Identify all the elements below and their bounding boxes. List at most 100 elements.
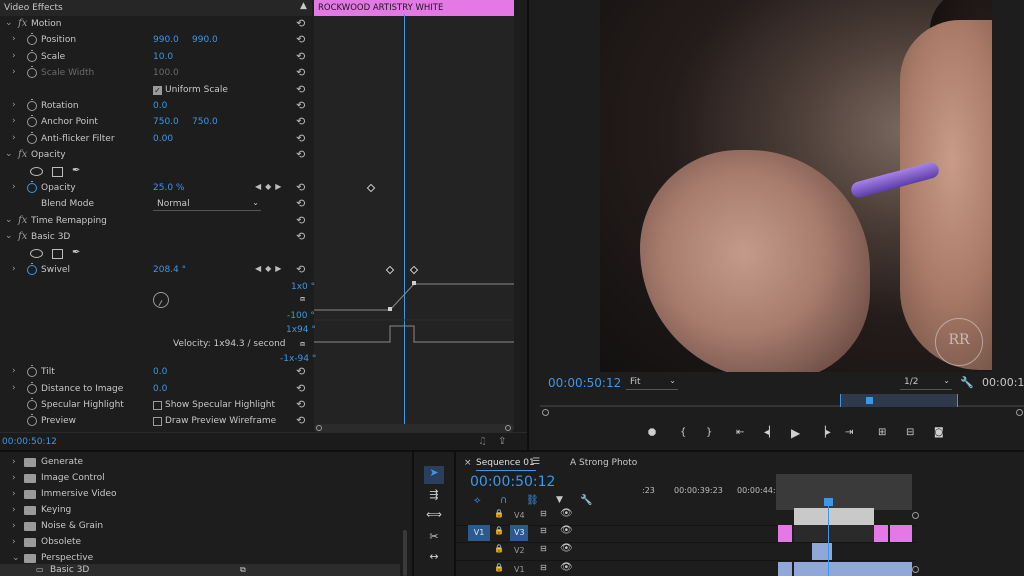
in-out-range[interactable] <box>840 394 958 407</box>
twirl-icon[interactable]: ⌄ <box>5 18 13 28</box>
scroll-handle-right[interactable] <box>505 425 511 431</box>
lock-icon[interactable]: 🔒 <box>494 509 504 518</box>
property-value[interactable]: 990.0 <box>153 35 179 45</box>
slip-tool-icon[interactable]: ↔ <box>424 550 444 568</box>
chevron-right-icon[interactable]: › <box>12 473 16 483</box>
add-marker-icon[interactable]: ▼ <box>556 495 563 505</box>
camera-icon[interactable]: ◙ <box>934 427 944 438</box>
reset-icon[interactable]: ⟲ <box>296 181 305 194</box>
twirl-icon[interactable]: ⌄ <box>5 215 13 225</box>
property-value[interactable]: 25.0 % <box>153 183 184 193</box>
checkbox[interactable] <box>153 401 162 410</box>
fx-icon[interactable]: fx <box>18 231 27 242</box>
razor-tool-icon[interactable]: ✂ <box>424 530 444 548</box>
export-icon[interactable]: ⇪ <box>498 436 506 447</box>
effect-folder[interactable]: › Noise & Grain <box>0 519 400 535</box>
snap-icon[interactable]: ∩ <box>500 495 507 506</box>
reset-icon[interactable]: ⟲ <box>296 365 305 378</box>
track-row[interactable]: 🔒 V1 ⊟ 👁 <box>456 561 916 576</box>
tab-sequence[interactable]: Sequence 01 <box>476 458 535 468</box>
stopwatch-icon[interactable] <box>27 50 37 62</box>
lock-icon[interactable]: 🔒 <box>494 526 504 535</box>
graph-fit-icon[interactable]: ⧈ <box>300 294 305 304</box>
property-value[interactable]: 0.0 <box>153 101 167 111</box>
reset-icon[interactable]: ⟲ <box>296 414 305 427</box>
settings-wrench-icon[interactable]: 🔧 <box>580 495 592 506</box>
keyframe-navigator[interactable]: ◀◆▶ <box>255 264 285 273</box>
twirl-icon[interactable]: ⌄ <box>5 231 13 241</box>
twirl-icon[interactable]: › <box>12 264 16 274</box>
twirl-icon[interactable]: ⌄ <box>5 149 13 159</box>
reset-icon[interactable]: ⟲ <box>296 148 305 161</box>
stopwatch-icon[interactable] <box>27 181 37 193</box>
timeline-clip[interactable] <box>898 562 912 576</box>
program-timecode[interactable]: 00:00:50:12 <box>548 376 621 390</box>
selection-tool-icon[interactable]: ➤ <box>424 466 444 484</box>
reset-icon[interactable]: ⟲ <box>296 83 305 96</box>
timeline-clip[interactable] <box>874 525 888 542</box>
timeline-clip[interactable] <box>794 525 874 542</box>
effect-folder[interactable]: › Generate <box>0 455 400 471</box>
timeline-clip[interactable] <box>794 508 874 525</box>
zoom-handle-right[interactable] <box>1016 409 1023 416</box>
stopwatch-icon[interactable] <box>27 132 37 144</box>
eye-icon[interactable]: 👁 <box>560 543 573 554</box>
scroll-handle-left[interactable] <box>316 425 322 431</box>
timeline-clip[interactable] <box>778 562 792 576</box>
timeline-zoom-handle[interactable] <box>912 512 919 519</box>
stopwatch-icon[interactable] <box>27 115 37 127</box>
lock-icon[interactable]: 🔒 <box>494 563 504 572</box>
reset-icon[interactable]: ⟲ <box>296 263 305 276</box>
twirl-icon[interactable]: › <box>12 182 16 192</box>
ellipse-mask-icon[interactable] <box>30 249 43 258</box>
reset-icon[interactable]: ⟲ <box>296 230 305 243</box>
step-forward-icon[interactable]: ▕▸ <box>818 427 831 438</box>
timeline-clip[interactable] <box>846 562 872 576</box>
chevron-right-icon[interactable]: › <box>12 505 16 515</box>
reset-icon[interactable]: ⟲ <box>296 99 305 112</box>
property-value[interactable]: 208.4 ° <box>153 265 186 275</box>
pen-mask-icon[interactable]: ✒ <box>72 165 80 176</box>
stopwatch-icon[interactable] <box>27 398 37 410</box>
property-value[interactable]: 750.0 <box>153 117 179 127</box>
chevron-right-icon[interactable]: › <box>12 489 16 499</box>
blend-mode-select[interactable]: Normal ⌄ <box>153 198 261 211</box>
sync-lock-icon[interactable]: ⊟ <box>540 563 547 572</box>
property-value[interactable]: 0.0 <box>153 384 167 394</box>
effects-scrollbar[interactable] <box>403 530 407 576</box>
ripple-edit-tool-icon[interactable]: ⟺ <box>424 508 444 526</box>
sync-lock-icon[interactable]: ⊟ <box>540 526 547 535</box>
stopwatch-icon[interactable] <box>27 263 37 275</box>
property-value[interactable]: 10.0 <box>153 52 173 62</box>
reset-icon[interactable]: ⟲ <box>296 132 305 145</box>
mark-out-icon[interactable]: } <box>706 427 712 438</box>
lift-icon[interactable]: ⊞ <box>878 427 886 438</box>
close-icon[interactable]: × <box>464 458 472 468</box>
track-select-tool-icon[interactable]: ⇶ <box>424 488 444 506</box>
property-value[interactable]: 0.00 <box>153 134 173 144</box>
reset-icon[interactable]: ⟲ <box>296 66 305 79</box>
keyframe-navigator[interactable]: ◀◆▶ <box>255 182 285 191</box>
menu-icon[interactable]: ☰ <box>532 457 540 467</box>
linked-selection-icon[interactable]: ⛓ <box>526 495 539 506</box>
chevron-right-icon[interactable]: › <box>12 537 16 547</box>
timeline-playhead[interactable] <box>824 498 833 506</box>
sync-lock-icon[interactable]: ⊟ <box>540 544 547 553</box>
pen-mask-icon[interactable]: ✒ <box>72 247 80 258</box>
swivel-dial[interactable] <box>153 292 169 308</box>
effect-item-selected[interactable]: ▭ Basic 3D ⧉ <box>0 564 400 576</box>
twirl-icon[interactable]: › <box>12 383 16 393</box>
reset-icon[interactable]: ⟲ <box>296 382 305 395</box>
nest-icon[interactable]: ⟡ <box>474 495 481 506</box>
twirl-icon[interactable]: › <box>12 51 16 61</box>
program-video-frame[interactable] <box>600 0 992 372</box>
track-row[interactable]: 🔒 V2 ⊟ 👁 <box>456 542 916 561</box>
eye-icon[interactable]: 👁 <box>560 525 573 536</box>
stopwatch-icon[interactable] <box>27 99 37 111</box>
rectangle-mask-icon[interactable] <box>52 167 63 177</box>
effect-folder[interactable]: › Image Control <box>0 471 400 487</box>
checkbox[interactable] <box>153 417 162 426</box>
timeline-clip[interactable] <box>812 562 846 576</box>
stopwatch-icon[interactable] <box>27 33 37 45</box>
reset-icon[interactable]: ⟲ <box>296 214 305 227</box>
